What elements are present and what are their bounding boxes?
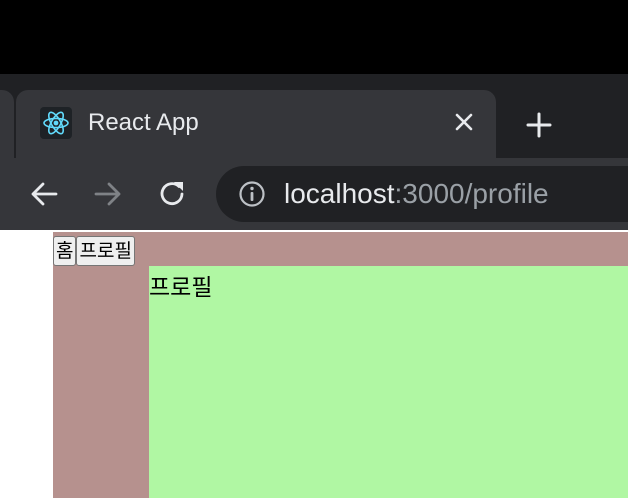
- browser-tab-strip: React App: [0, 74, 628, 158]
- site-info-icon[interactable]: [238, 180, 266, 208]
- main-content-panel: 프로필: [149, 266, 628, 498]
- app-nav: 홈 프로필: [53, 236, 135, 266]
- page-title: 프로필: [149, 275, 213, 301]
- browser-toolbar: localhost:3000/profile: [0, 158, 628, 230]
- home-button[interactable]: 홈: [53, 236, 77, 266]
- active-tab[interactable]: React App: [16, 90, 496, 158]
- app-container: 홈 프로필 프로필: [53, 232, 628, 498]
- previous-tab-edge[interactable]: [0, 90, 14, 158]
- address-bar[interactable]: localhost:3000/profile: [216, 166, 628, 222]
- url-text: localhost:3000/profile: [284, 178, 549, 210]
- back-arrow-icon[interactable]: [26, 176, 62, 212]
- reload-icon[interactable]: [154, 176, 190, 212]
- tab-title: React App: [88, 109, 199, 136]
- react-logo-icon: [40, 107, 72, 139]
- url-path: :3000/profile: [394, 178, 549, 209]
- page-viewport: 홈 프로필 프로필: [0, 230, 628, 498]
- url-host: localhost: [284, 178, 395, 209]
- profile-button[interactable]: 프로필: [76, 236, 135, 266]
- screen-top-bar: [0, 0, 628, 74]
- forward-arrow-icon[interactable]: [90, 176, 126, 212]
- tab-close-icon[interactable]: [450, 108, 478, 136]
- new-tab-icon[interactable]: [522, 108, 556, 142]
